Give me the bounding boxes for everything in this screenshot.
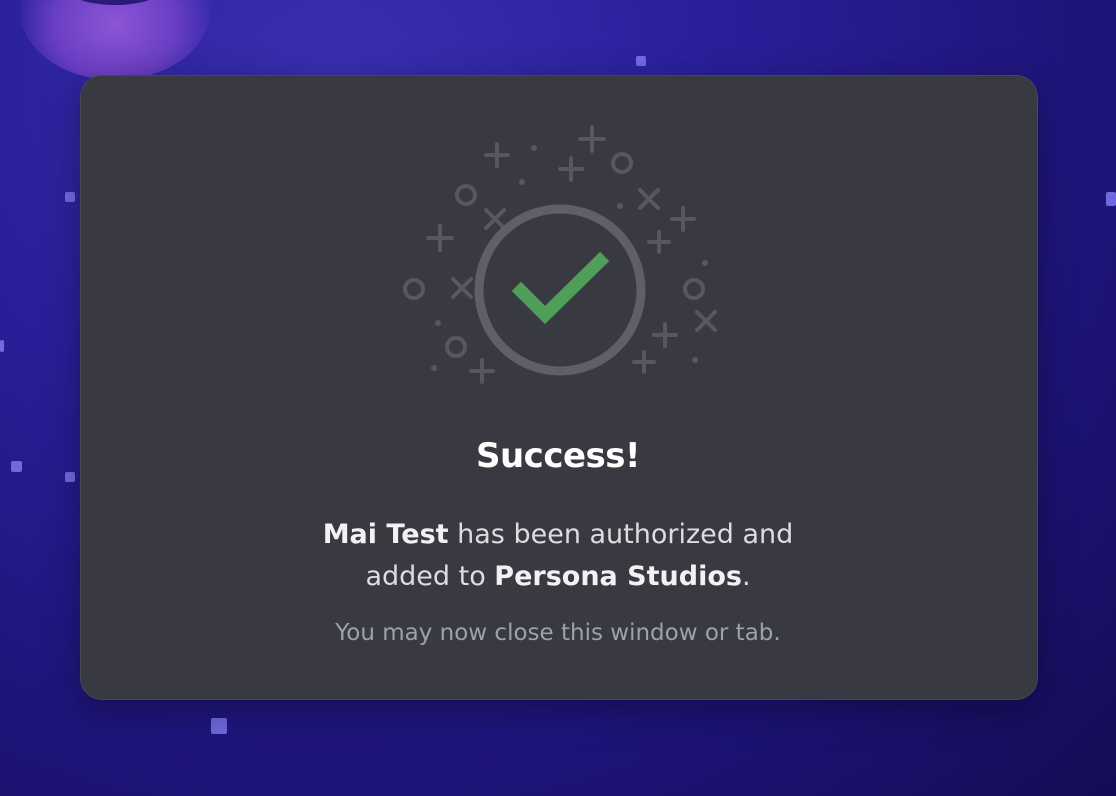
background-star <box>636 56 646 66</box>
background-star <box>0 340 4 352</box>
sparkle-icon <box>469 358 495 384</box>
sparkle-icon <box>670 206 696 232</box>
sparkle-icon <box>578 125 606 153</box>
background-star <box>1106 192 1116 206</box>
sparkle-icon <box>632 350 656 374</box>
message-line-1: Mai Test has been authorized and <box>0 514 1116 556</box>
server-name: Persona Studios <box>494 561 742 592</box>
background-glow <box>20 0 210 80</box>
success-title: Success! <box>475 436 641 476</box>
sparkle-icon <box>695 310 717 332</box>
sparkle-icon <box>558 156 584 182</box>
message-text: has been authorized and <box>448 519 794 550</box>
background-star <box>211 718 227 734</box>
sparkle-icon <box>647 230 671 254</box>
authorization-message: Mai Test has been authorized and added t… <box>0 514 1116 598</box>
sparkle-icon <box>451 277 473 299</box>
message-line-2: added to Persona Studios. <box>0 556 1116 598</box>
close-window-hint: You may now close this window or tab. <box>335 620 781 646</box>
sparkle-icon <box>652 322 678 348</box>
sparkle-icon <box>484 208 506 230</box>
sparkle-icon <box>484 142 510 168</box>
success-checkmark-icon <box>403 125 717 384</box>
message-text: . <box>741 561 751 592</box>
app-name: Mai Test <box>322 519 449 550</box>
sparkle-icon <box>426 224 454 252</box>
sparkle-icon <box>638 188 660 210</box>
message-text: added to <box>365 561 495 592</box>
background-star <box>65 192 75 202</box>
